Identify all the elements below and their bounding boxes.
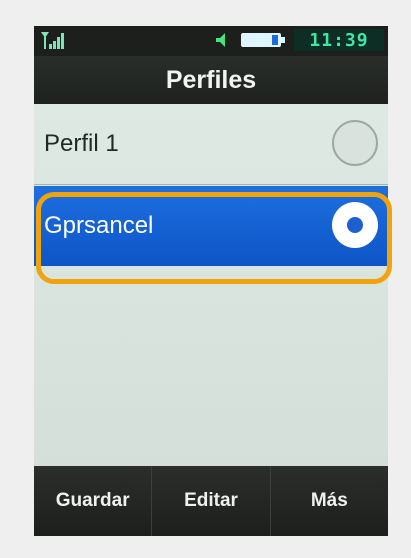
radio-unselected-icon[interactable] <box>332 120 378 166</box>
profile-item-gprsancel[interactable]: Gprsancel <box>34 186 388 266</box>
clock: 11:39 <box>294 29 384 51</box>
more-button[interactable]: Más <box>271 466 388 536</box>
status-bar: 11:39 <box>34 26 388 56</box>
radio-selected-icon[interactable] <box>332 202 378 248</box>
save-button[interactable]: Guardar <box>34 466 153 536</box>
radio-dot <box>347 217 363 233</box>
battery-icon <box>241 33 285 47</box>
profiles-list: Perfil 1 Gprsancel <box>34 104 388 466</box>
speaker-icon <box>216 33 225 47</box>
page-title: Perfiles <box>34 56 388 105</box>
phone-frame: 11:39 Perfiles Perfil 1 Gprsancel Guarda… <box>0 0 411 558</box>
softkey-bar: Guardar Editar Más <box>34 466 388 536</box>
profile-item-perfil-1[interactable]: Perfil 1 <box>34 104 388 185</box>
profile-label: Gprsancel <box>44 212 154 239</box>
profile-label: Perfil 1 <box>44 130 119 157</box>
signal-icon <box>41 32 64 49</box>
edit-button[interactable]: Editar <box>152 466 271 536</box>
phone-screen: 11:39 Perfiles Perfil 1 Gprsancel Guarda… <box>34 26 388 536</box>
